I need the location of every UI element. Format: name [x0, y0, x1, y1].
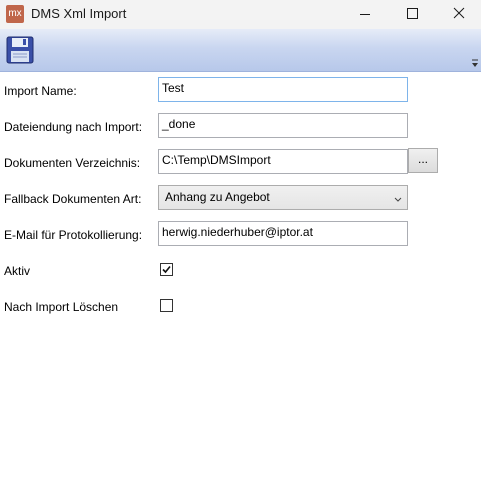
delete-after-label: Nach Import Löschen [4, 300, 119, 314]
import-name-input[interactable]: Test [158, 77, 408, 102]
save-button[interactable] [6, 36, 34, 64]
minimize-icon [360, 14, 370, 15]
close-button[interactable] [435, 0, 481, 29]
browse-button[interactable]: ... [408, 148, 438, 173]
checkmark-icon [162, 265, 171, 274]
active-checkbox[interactable] [160, 263, 173, 276]
documents-dir-input[interactable]: C:\Temp\DMSImport [158, 149, 408, 174]
email-label: E-Mail für Protokollierung: [4, 228, 143, 242]
fallback-type-label: Fallback Dokumenten Art: [4, 192, 142, 206]
floppy-disk-icon [6, 36, 34, 64]
title-bar: mx DMS Xml Import [0, 0, 481, 29]
documents-dir-label: Dokumenten Verzeichnis: [4, 156, 141, 170]
fallback-type-select[interactable]: Anhang zu Angebot [158, 185, 408, 210]
app-icon: mx [6, 5, 24, 23]
delete-after-checkbox[interactable] [160, 299, 173, 312]
file-ending-label: Dateiendung nach Import: [4, 120, 143, 134]
maximize-button[interactable] [389, 0, 435, 29]
file-ending-input[interactable]: _done [158, 113, 408, 138]
toolbar [0, 29, 481, 72]
import-name-label: Import Name: [4, 84, 77, 98]
chevron-down-icon [394, 192, 402, 202]
chevron-down-icon [472, 59, 478, 67]
minimize-button[interactable] [342, 0, 388, 29]
window-title: DMS Xml Import [31, 6, 127, 21]
email-input[interactable]: herwig.niederhuber@iptor.at [158, 221, 408, 246]
maximize-icon [407, 8, 418, 19]
active-label: Aktiv [4, 264, 31, 278]
ribbon-expand-icon[interactable] [471, 58, 479, 68]
close-icon [453, 7, 465, 19]
